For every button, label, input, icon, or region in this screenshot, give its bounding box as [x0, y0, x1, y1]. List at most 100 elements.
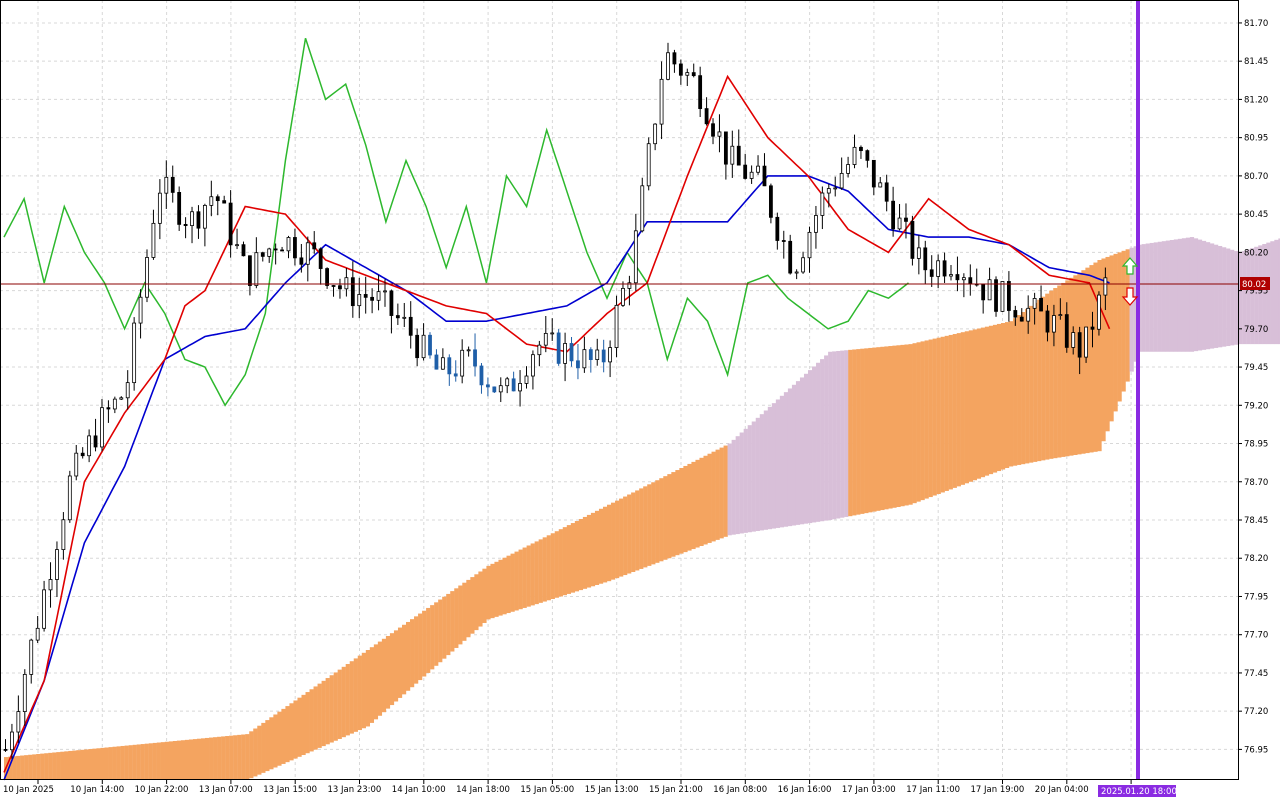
candle-body [653, 123, 658, 145]
candle-body [10, 731, 14, 751]
kumo-segment [864, 348, 869, 514]
kumo-segment [180, 740, 186, 780]
kumo-segment [108, 747, 113, 780]
candle-body [852, 146, 857, 165]
candle-body [389, 290, 394, 316]
kumo-segment [771, 403, 777, 529]
x-tick-label: 14 Jan 18:00 [456, 785, 510, 795]
candle-body [267, 248, 272, 257]
kumo-segment [1149, 242, 1154, 352]
kumo-segment [357, 655, 362, 731]
kumo-segment [1004, 322, 1010, 468]
kumo-segment [389, 633, 395, 706]
candle-body [839, 172, 844, 189]
candle-body [588, 349, 593, 360]
candle-body [1071, 332, 1076, 348]
kumo-segment [422, 610, 427, 677]
ichimoku-chart: 81.7081.4581.2080.9580.7080.4580.2079.95… [0, 0, 1280, 800]
kumo-segment [76, 750, 81, 780]
kumo-segment [1065, 280, 1070, 457]
kumo-segment [816, 362, 821, 522]
kumo-segment [514, 551, 519, 611]
candle-body [93, 435, 98, 448]
kumo-segment [385, 635, 391, 709]
kumo-segment [578, 518, 584, 591]
candle-body [801, 257, 805, 273]
kumo-segment [767, 406, 772, 530]
candle-body [704, 108, 709, 125]
kumo-segment [611, 502, 616, 580]
kumo-segment [695, 459, 700, 548]
candle-body [550, 332, 555, 335]
kumo-segment [892, 345, 897, 508]
kumo-segment [679, 468, 684, 554]
candle-body [177, 192, 182, 225]
kumo-segment [1201, 240, 1207, 350]
kumo-segment [924, 340, 929, 499]
kumo-segment [840, 350, 845, 518]
kumo-segment [401, 624, 407, 695]
candle-body [1058, 314, 1063, 317]
candle-body [743, 164, 748, 179]
kumo-segment [273, 714, 278, 768]
candle-body [698, 75, 703, 109]
candle-body [659, 78, 664, 125]
kumo-segment [341, 666, 346, 738]
kumo-segment [1189, 237, 1195, 352]
kumo-segment [582, 516, 588, 589]
kumo-segment [1165, 240, 1170, 352]
kumo-segment [940, 336, 945, 493]
candle-body [55, 549, 59, 580]
kumo-segment [52, 752, 57, 780]
kumo-segment [474, 574, 479, 631]
candle-body [190, 211, 194, 227]
candle-body [383, 290, 387, 293]
candle-body [949, 274, 953, 277]
candle-body [331, 285, 336, 287]
kumo-segment [450, 591, 455, 652]
candle-body [125, 382, 130, 399]
kumo-segment [908, 344, 913, 505]
current-price-value: 80.02 [1242, 280, 1266, 290]
kumo-segment [546, 535, 551, 601]
candle-body [723, 131, 728, 165]
kumo-segment [345, 664, 350, 736]
candle-body [756, 165, 760, 173]
kumo-segment [188, 739, 194, 780]
kumo-segment [623, 496, 628, 576]
kumo-segment [297, 697, 302, 757]
kumo-segment [128, 745, 133, 780]
x-tick-label: 15 Jan 05:00 [520, 785, 574, 795]
kumo-segment [1021, 312, 1026, 465]
x-tick-label: 16 Jan 16:00 [778, 785, 832, 795]
candle-body [942, 260, 947, 277]
kumo-segment [213, 737, 218, 780]
candle-body [29, 639, 34, 675]
kumo-segment [426, 607, 431, 673]
y-tick-label: 78.95 [1244, 440, 1268, 450]
kumo-segment [820, 359, 825, 522]
candle-body [769, 185, 773, 218]
kumo-segment [598, 508, 604, 584]
kumo-segment [1214, 244, 1219, 348]
kumo-segment [1234, 251, 1239, 345]
candle-body [621, 288, 625, 306]
kumo-segment [651, 482, 656, 565]
kumo-segment [723, 445, 728, 537]
kumo-segment [980, 327, 986, 478]
candle-body [505, 378, 510, 387]
x-tick-label: 20 Jan 04:00 [1035, 785, 1089, 795]
kumo-segment [361, 652, 366, 729]
kumo-segment [281, 708, 286, 764]
candle-body [170, 176, 175, 193]
kumo-segment [329, 675, 334, 743]
kumo-segment [1157, 241, 1162, 352]
kumo-segment [900, 344, 905, 507]
candle-body [666, 52, 670, 80]
kumo-segment [727, 443, 732, 536]
kumo-segment [1145, 243, 1150, 352]
kumo-segment [72, 750, 77, 780]
kumo-segment [1193, 238, 1199, 352]
kumo-segment [120, 745, 125, 780]
candle-body [164, 176, 169, 194]
